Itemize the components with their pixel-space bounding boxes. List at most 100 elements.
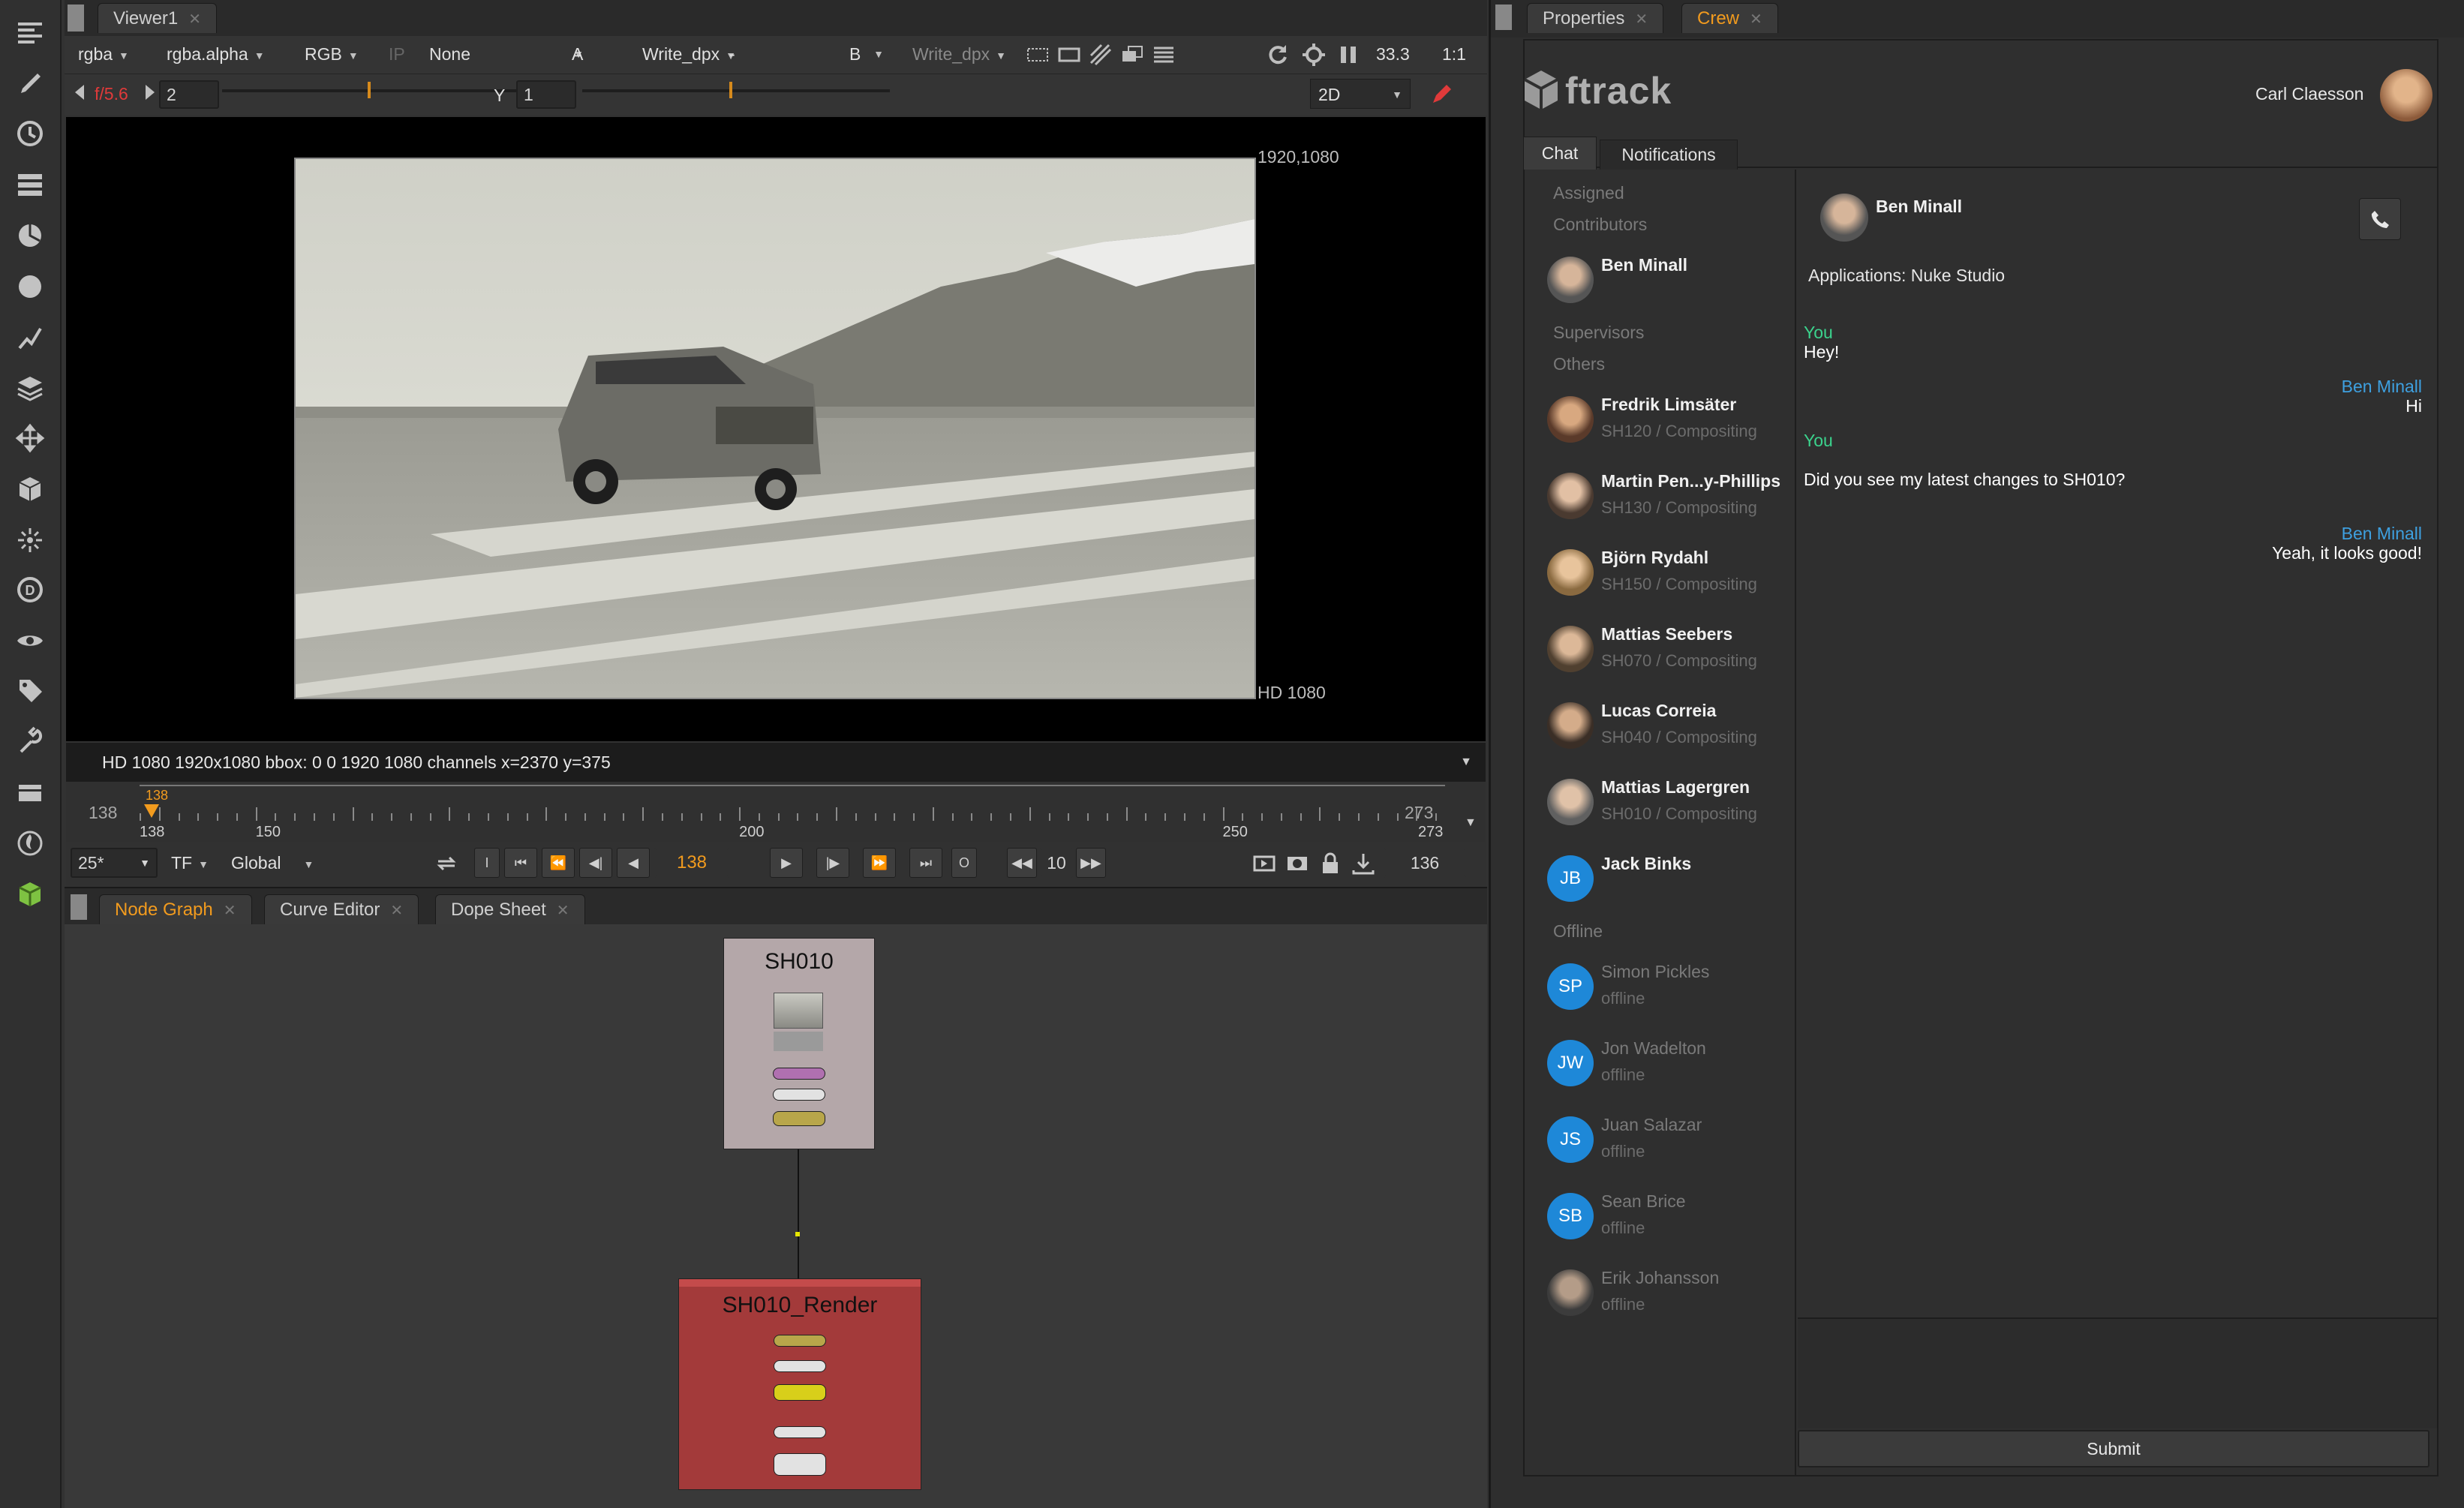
last-frame-button[interactable]: ⏭	[909, 848, 942, 878]
node-pill[interactable]	[774, 1384, 826, 1401]
transform-icon[interactable]	[9, 419, 51, 458]
refresh-icon[interactable]	[1265, 42, 1291, 68]
other-icon[interactable]	[9, 722, 51, 761]
3d-icon[interactable]	[9, 470, 51, 509]
close-icon[interactable]: ✕	[188, 5, 201, 35]
playhead-icon[interactable]	[144, 804, 159, 818]
close-icon[interactable]: ✕	[224, 896, 236, 926]
increase-arrow-icon[interactable]	[146, 85, 155, 100]
timeline-ruler[interactable]: 138 150 200 250 273	[140, 782, 1445, 842]
panel-menu-icon[interactable]	[1495, 5, 1512, 30]
person-fredrik[interactable]: Fredrik Limsäter SH120 / Compositing	[1547, 390, 1787, 458]
close-icon[interactable]: ✕	[557, 896, 569, 926]
channels-dropdown[interactable]: rgba ▼	[78, 39, 129, 69]
close-icon[interactable]: ✕	[1750, 5, 1762, 35]
b-input-dropdown[interactable]: Write_dpx ▼	[912, 39, 1006, 69]
next-key-button[interactable]: ⏩	[863, 848, 896, 878]
a-input-dropdown[interactable]: Write_dpx ▼	[642, 39, 736, 69]
zoom-value[interactable]: 33.3	[1376, 39, 1410, 69]
current-frame-input[interactable]: 138	[654, 848, 729, 878]
capture-icon[interactable]	[1285, 851, 1310, 876]
brush-icon[interactable]	[9, 63, 51, 102]
panel-menu-icon[interactable]	[71, 894, 87, 920]
loop-icon[interactable]	[434, 851, 459, 876]
wipe-icon[interactable]	[1088, 42, 1113, 68]
gamma-slider-handle[interactable]	[729, 82, 732, 98]
particle-icon[interactable]	[9, 521, 51, 560]
step-back-button[interactable]: ◀◀	[1007, 848, 1037, 878]
person-martin[interactable]: Martin Pen...y-Phillips SH130 / Composit…	[1547, 467, 1787, 534]
lut-dropdown[interactable]: None ▼	[429, 39, 594, 69]
roi-icon[interactable]	[1025, 42, 1050, 68]
flipbook-icon[interactable]	[1252, 851, 1277, 876]
gain-input[interactable]: 2	[159, 80, 219, 109]
flame-icon[interactable]	[9, 824, 51, 863]
submit-button[interactable]: Submit	[1798, 1430, 2429, 1467]
close-icon[interactable]: ✕	[1635, 5, 1648, 35]
views-icon[interactable]	[9, 621, 51, 660]
tab-curve-editor[interactable]: Curve Editor ✕	[264, 894, 419, 924]
tab-properties[interactable]: Properties ✕	[1527, 3, 1664, 35]
person-juan[interactable]: JS Juan Salazar offline	[1547, 1110, 1787, 1178]
colorspace-dropdown[interactable]: RGB ▼	[305, 39, 359, 69]
node-graph-canvas[interactable]: SH010 SH010_Render	[65, 924, 1487, 1508]
fps-dropdown[interactable]: 25* ▼	[71, 848, 158, 878]
view-mode-dropdown[interactable]: 2D ▼	[1310, 79, 1411, 109]
node-pill[interactable]	[773, 1089, 825, 1101]
gain-slider[interactable]	[222, 82, 537, 98]
in-point-button[interactable]: I	[474, 848, 500, 878]
deep-icon[interactable]: D	[9, 570, 51, 609]
node-pill[interactable]	[773, 1111, 825, 1126]
panel-menu-icon[interactable]	[68, 5, 84, 32]
person-lucas[interactable]: Lucas Correia SH040 / Compositing	[1547, 696, 1787, 764]
furnace-icon[interactable]	[9, 773, 51, 812]
tab-crew[interactable]: Crew ✕	[1681, 3, 1778, 33]
gain-slider-handle[interactable]	[368, 82, 371, 98]
timeline-end[interactable]: 273	[1405, 803, 1433, 823]
fstop-value[interactable]: f/5.6	[95, 79, 128, 109]
scope-dropdown[interactable]: Global ▼	[231, 848, 314, 878]
message-input[interactable]	[1798, 1317, 2437, 1428]
frame-icon[interactable]	[1056, 42, 1082, 68]
ftrack-icon[interactable]	[9, 875, 51, 914]
keyer-icon[interactable]	[9, 318, 51, 357]
info-expand-icon[interactable]: ▼	[1460, 743, 1472, 782]
channel-icon[interactable]	[9, 165, 51, 204]
person-sean[interactable]: SB Sean Brice offline	[1547, 1187, 1787, 1254]
decrease-arrow-icon[interactable]	[75, 85, 84, 100]
contributor-ben-minall[interactable]: Ben Minall	[1547, 251, 1787, 318]
increment-input[interactable]: 10	[1040, 848, 1073, 878]
play-backward-button[interactable]: ◀	[617, 848, 650, 878]
person-simon[interactable]: SP Simon Pickles offline	[1547, 957, 1787, 1025]
color-icon[interactable]	[9, 216, 51, 255]
node-pill[interactable]	[774, 1453, 826, 1476]
person-mattias-seebers[interactable]: Mattias Seebers SH070 / Compositing	[1547, 620, 1787, 687]
timeline[interactable]: 138 138 150 200 250 273 138 273 ▼	[66, 782, 1486, 842]
gear-icon[interactable]	[1301, 42, 1327, 68]
person-bjorn[interactable]: Björn Rydahl SH150 / Compositing	[1547, 543, 1787, 611]
tab-notifications[interactable]: Notifications	[1600, 140, 1738, 170]
first-frame-button[interactable]: ⏮	[504, 848, 537, 878]
play-forward-button[interactable]: ▶	[770, 848, 803, 878]
person-jon[interactable]: JW Jon Wadelton offline	[1547, 1034, 1787, 1101]
prev-frame-button[interactable]: ◀|	[579, 848, 612, 878]
overlay-icon[interactable]	[1119, 42, 1145, 68]
filter-icon[interactable]	[9, 267, 51, 306]
lines-icon[interactable]	[1151, 42, 1176, 68]
next-frame-button[interactable]: |▶	[816, 848, 849, 878]
gamma-input[interactable]: 1	[516, 80, 576, 109]
merge-icon[interactable]	[9, 368, 51, 407]
timeline-expand-icon[interactable]: ▼	[1465, 816, 1477, 830]
sync-icon[interactable]	[1351, 851, 1376, 876]
tab-node-graph[interactable]: Node Graph ✕	[99, 894, 252, 924]
time-icon[interactable]	[9, 114, 51, 153]
tf-dropdown[interactable]: TF ▼	[171, 848, 209, 878]
person-mattias-lagergren[interactable]: Mattias Lagergren SH010 / Compositing	[1547, 773, 1787, 840]
pen-icon[interactable]	[1429, 82, 1454, 107]
node-pill[interactable]	[774, 1335, 826, 1347]
person-jack-binks[interactable]: JB Jack Binks	[1547, 849, 1787, 917]
tab-dope-sheet[interactable]: Dope Sheet ✕	[435, 894, 585, 924]
close-icon[interactable]: ✕	[390, 896, 403, 926]
composite-dropdown[interactable]: - ▼	[729, 39, 894, 69]
current-user-avatar[interactable]	[2380, 69, 2432, 122]
